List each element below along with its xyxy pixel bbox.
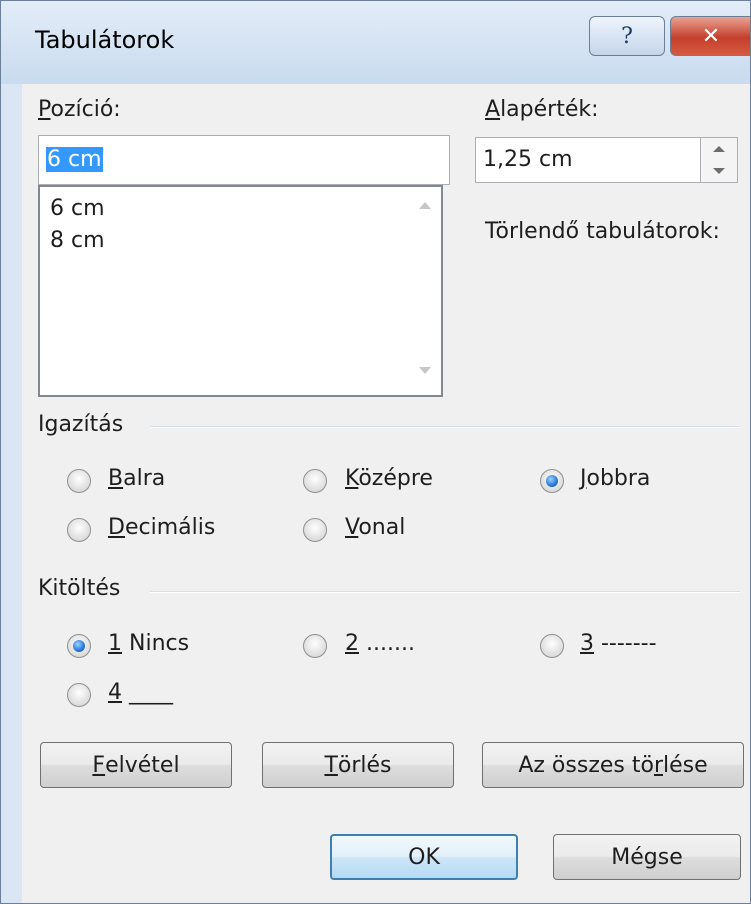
accesskey: K (345, 466, 359, 491)
radio-align-right-label[interactable]: Jobbra (580, 466, 650, 491)
button-label: örlés (337, 752, 392, 778)
radio-align-decimal-button[interactable] (67, 518, 91, 542)
radio-leader-underline-label[interactable]: 4 ____ (108, 680, 173, 705)
alignment-group-divider (150, 426, 740, 428)
button-label: Az összes tö (518, 752, 654, 778)
label-text: ecimális (124, 515, 216, 540)
position-label-accesskey: P (38, 97, 51, 122)
radio-leader-none-button[interactable] (67, 634, 91, 658)
cancel-button[interactable]: Mégse (553, 834, 741, 880)
label-text: Nincs (122, 631, 190, 656)
position-input-value: 6 cm (46, 147, 103, 172)
position-label: Pozíció: (38, 97, 121, 122)
accesskey: B (108, 466, 124, 491)
clear-button[interactable]: Törlés (262, 742, 454, 788)
list-item[interactable]: 8 cm (50, 228, 105, 253)
accesskey: 2 (345, 631, 359, 656)
help-button[interactable]: ? (589, 16, 665, 56)
spin-down-button[interactable] (703, 161, 735, 181)
accesskey: r (653, 752, 663, 778)
label-text: özépre (358, 466, 433, 491)
clear-all-button[interactable]: Az összes tö r lése (482, 742, 744, 788)
button-label: lése (663, 752, 708, 778)
spin-up-button[interactable] (703, 139, 735, 159)
default-tab-label-accesskey: A (485, 97, 501, 122)
list-item[interactable]: 6 cm (50, 196, 105, 221)
tabs-dialog: Tabulátorok ? ✕ Pozíció: 6 cm 6 cm 8 cm … (0, 0, 751, 904)
dialog-title: Tabulátorok (35, 26, 175, 54)
spin-down-icon (713, 168, 725, 174)
default-tab-spinner[interactable] (700, 137, 738, 183)
label-text: ____ (122, 680, 173, 705)
label-text: alra (123, 466, 166, 491)
accesskey: F (92, 752, 106, 778)
label-text: obbra (586, 466, 651, 491)
scrollbar-arrows-icon (419, 202, 431, 374)
default-tab-label-text: lapérték: (500, 97, 599, 122)
position-label-text: ozíció: (50, 97, 121, 122)
title-bar[interactable]: Tabulátorok ? ✕ (0, 0, 751, 84)
list-scrollbar[interactable] (409, 187, 441, 395)
radio-leader-underline-button[interactable] (67, 683, 91, 707)
radio-align-center-button[interactable] (303, 469, 327, 493)
accesskey: D (108, 515, 125, 540)
position-input[interactable]: 6 cm (38, 135, 450, 185)
radio-leader-dashes-label[interactable]: 3 ------- (580, 631, 657, 656)
radio-align-right-button[interactable] (540, 469, 564, 493)
close-icon: ✕ (701, 23, 721, 49)
close-button[interactable]: ✕ (670, 16, 751, 56)
position-list[interactable]: 6 cm 8 cm (38, 185, 443, 397)
accesskey: V (345, 515, 359, 540)
set-button[interactable]: Felvétel (40, 742, 232, 788)
radio-leader-dashes-button[interactable] (540, 634, 564, 658)
leader-group-title: Kitöltés (38, 576, 121, 601)
label-text: onal (358, 515, 406, 540)
radio-align-left-button[interactable] (67, 469, 91, 493)
radio-leader-none-label[interactable]: 1 Nincs (108, 631, 189, 656)
label-text: ....... (359, 631, 415, 656)
accesskey: 4 (108, 680, 122, 705)
default-tab-input[interactable]: 1,25 cm (475, 137, 701, 183)
spin-up-icon (713, 146, 725, 152)
radio-align-decimal-label[interactable]: Decimális (108, 515, 215, 540)
radio-align-bar-label[interactable]: Vonal (345, 515, 405, 540)
tabs-to-clear-label: Törlendő tabulátorok: (485, 219, 720, 244)
radio-leader-dots-button[interactable] (303, 634, 327, 658)
accesskey: T (324, 752, 338, 778)
label-text: ------- (594, 631, 657, 656)
ok-button[interactable]: OK (330, 834, 518, 880)
default-tab-label: Alapérték: (485, 97, 599, 122)
accesskey: 3 (580, 631, 594, 656)
accesskey: 1 (108, 631, 122, 656)
radio-align-bar-button[interactable] (303, 518, 327, 542)
button-label: elvétel (105, 752, 180, 778)
help-icon: ? (621, 23, 633, 49)
leader-group-divider (150, 591, 740, 593)
radio-align-left-label[interactable]: Balra (108, 466, 165, 491)
alignment-group-title: Igazítás (38, 412, 124, 437)
radio-leader-dots-label[interactable]: 2 ....... (345, 631, 415, 656)
radio-align-center-label[interactable]: Középre (345, 466, 433, 491)
